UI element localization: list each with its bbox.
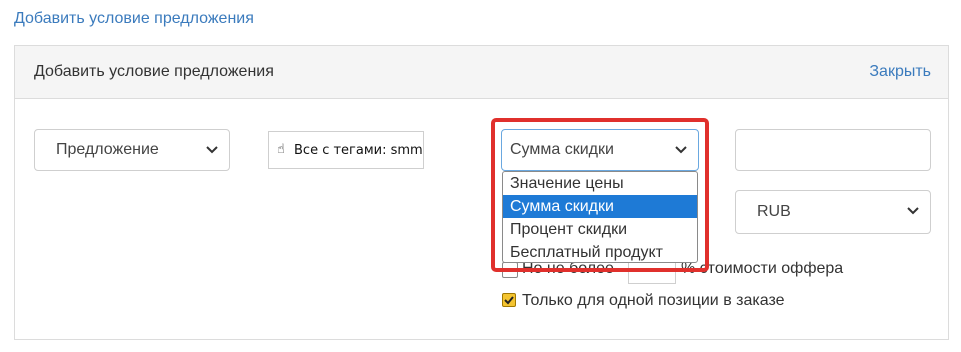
chevron-down-icon: [907, 207, 919, 215]
panel-title: Добавить условие предложения: [34, 63, 274, 80]
add-condition-panel: Добавить условие предложения Закрыть Пре…: [14, 45, 949, 340]
offer-select[interactable]: Предложение: [34, 129, 230, 171]
checkmark-icon: [504, 296, 514, 305]
add-condition-link[interactable]: Добавить условие предложения: [14, 10, 254, 28]
tag-filter-button[interactable]: ☝ Все с тегами: smm: [268, 131, 424, 169]
close-link[interactable]: Закрыть: [869, 63, 931, 81]
currency-select[interactable]: RUB: [735, 190, 931, 234]
single-item-checkbox[interactable]: [502, 293, 516, 307]
hand-pointer-icon: ☝: [277, 142, 285, 157]
highlight-box: [491, 118, 709, 272]
chevron-down-icon: [206, 146, 218, 154]
single-item-label: Только для одной позиции в заказе: [522, 292, 785, 309]
panel-header: Добавить условие предложения Закрыть: [15, 46, 948, 99]
discount-value-input[interactable]: [735, 129, 931, 171]
currency-value: RUB: [757, 203, 791, 220]
offer-select-value: Предложение: [56, 141, 159, 158]
tag-filter-label: Все с тегами: smm: [294, 143, 423, 158]
